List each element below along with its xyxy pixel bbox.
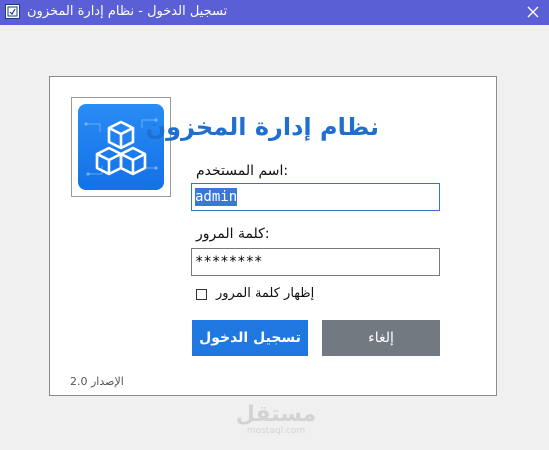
login-panel: نظام إدارة المخزون اسم المستخدم: admin ك… (49, 76, 497, 396)
password-label: كلمة المرور: (196, 226, 270, 242)
app-heading: نظام إدارة المخزون (145, 113, 379, 141)
app-glyph-icon (7, 6, 18, 17)
username-value: admin (195, 188, 238, 206)
version-label: الإصدار 2.0 (70, 375, 124, 388)
login-button[interactable]: تسجيل الدخول (192, 320, 308, 356)
username-input[interactable]: admin (191, 183, 440, 211)
close-button[interactable] (523, 2, 543, 22)
window-title: تسجيل الدخول - نظام إدارة المخزون (27, 4, 228, 19)
watermark: مستقل mostaql.com (232, 402, 320, 437)
cancel-button[interactable]: إلغاء (322, 320, 440, 356)
password-value: ******** (195, 254, 263, 270)
logo-frame (71, 97, 171, 197)
username-label: اسم المستخدم: (196, 163, 289, 179)
app-icon[interactable] (5, 4, 20, 19)
watermark-sub: mostaql.com (246, 426, 306, 436)
show-password-checkbox[interactable] (196, 289, 207, 300)
password-input[interactable]: ******** (191, 248, 440, 276)
show-password-label[interactable]: إظهار كلمة المرور (216, 286, 314, 301)
title-bar: تسجيل الدخول - نظام إدارة المخزون (0, 0, 549, 25)
watermark-main: مستقل (235, 402, 317, 427)
close-icon (527, 6, 539, 18)
